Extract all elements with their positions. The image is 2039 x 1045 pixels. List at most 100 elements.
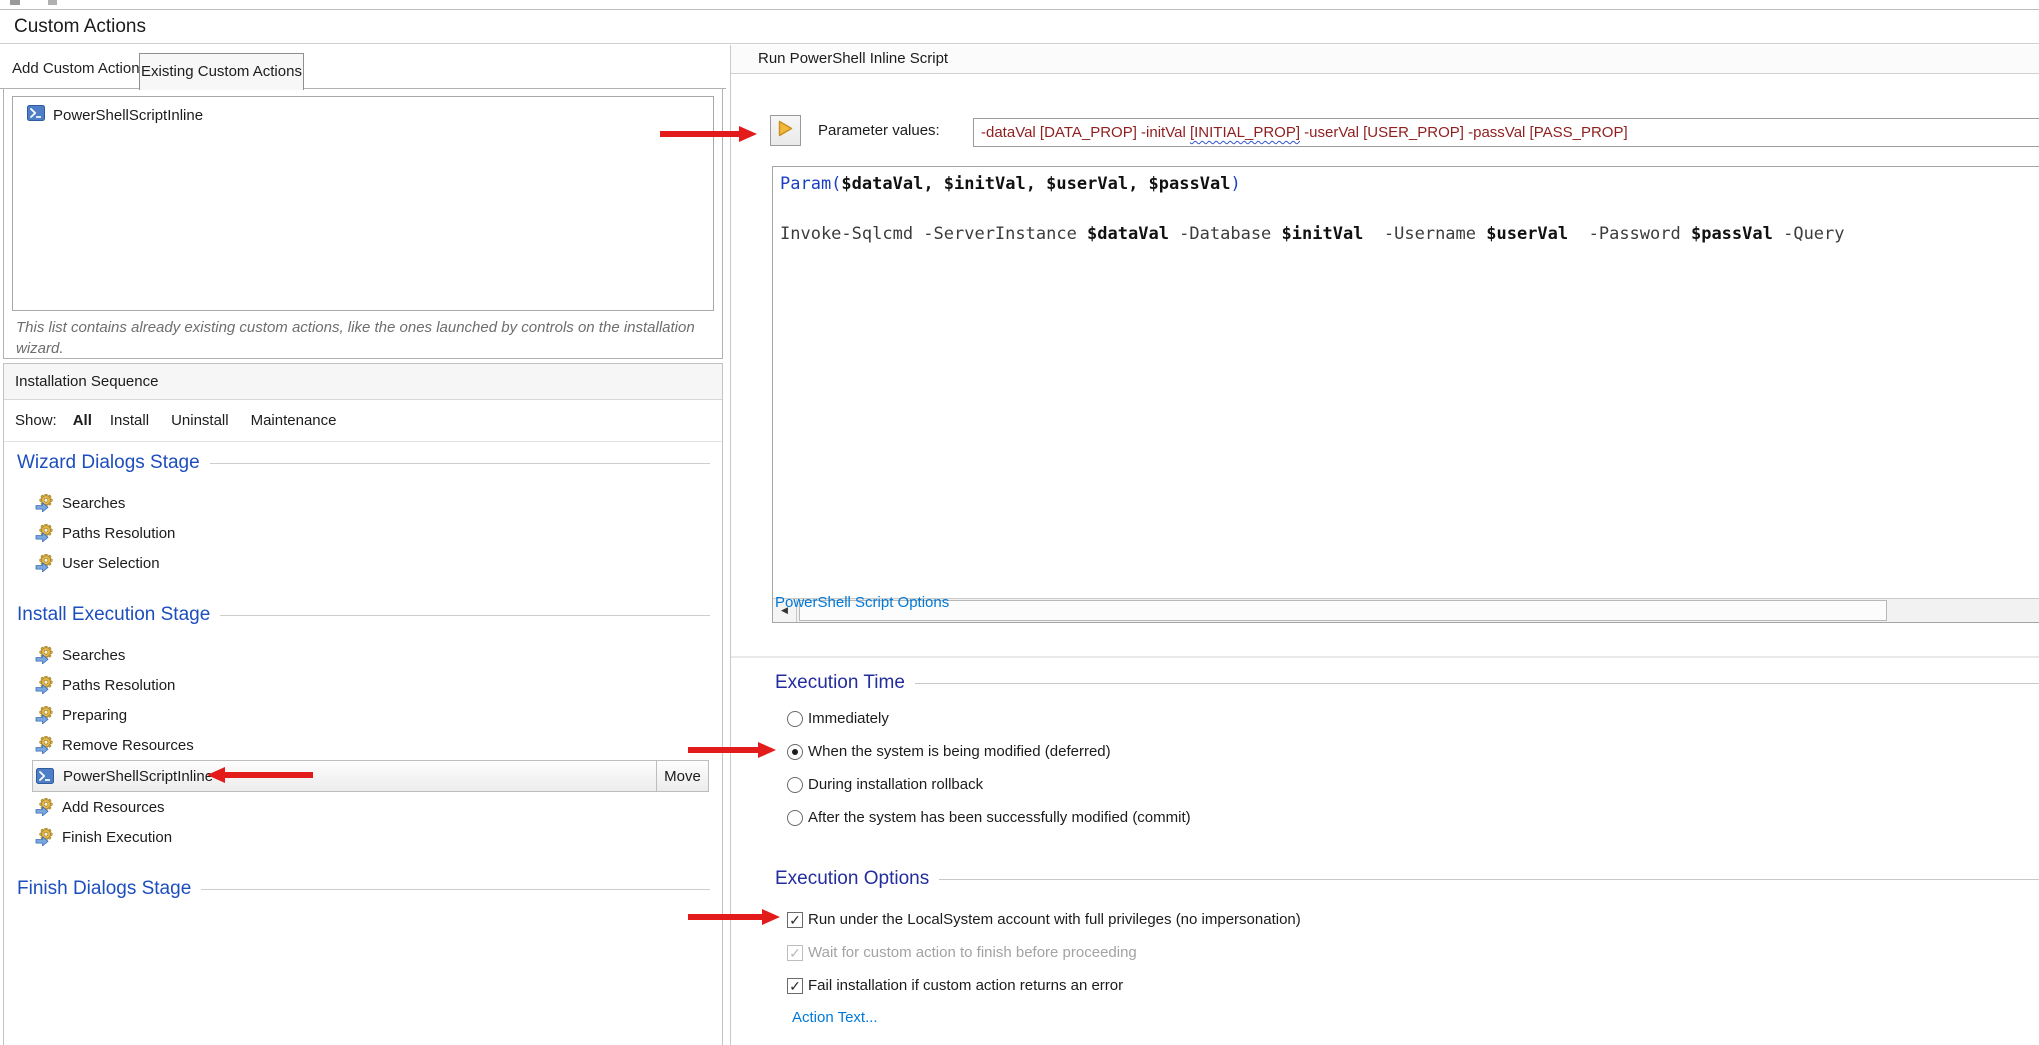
radio-button[interactable] xyxy=(787,810,803,826)
tab-add-custom-action[interactable]: Add Custom Action xyxy=(12,50,140,88)
code-token: , xyxy=(923,174,943,194)
stage-title: Wizard Dialogs Stage xyxy=(17,452,200,474)
code-token: ) xyxy=(1230,174,1240,194)
custom-action-properties-panel: Run PowerShell Inline Script Parameter v… xyxy=(731,45,2039,1045)
parameter-text: -userVal [USER_PROP] -passVal [PASS_PROP… xyxy=(1300,124,1628,141)
stage-heading: Finish Dialogs Stage xyxy=(4,874,722,904)
code-token: Param( xyxy=(780,174,841,194)
sequence-item[interactable]: Paths Resolution xyxy=(4,518,722,548)
sequence-item-label: Add Resources xyxy=(62,799,165,816)
play-icon xyxy=(778,120,793,142)
sequence-filter-row: Show: All Install Uninstall Maintenance xyxy=(4,400,722,442)
execution-time-option[interactable]: During installation rollback xyxy=(731,768,2039,801)
stage-title: Install Execution Stage xyxy=(17,604,210,626)
stage-title: Finish Dialogs Stage xyxy=(17,878,191,900)
filter-maintenance[interactable]: Maintenance xyxy=(251,412,337,429)
execution-options-title: Execution Options xyxy=(775,868,929,890)
execution-time-title: Execution Time xyxy=(775,672,905,694)
script-code-line: Param($dataVal, $initVal, $userVal, $pas… xyxy=(780,172,2039,197)
execution-time-option[interactable]: When the system is being modified (defer… xyxy=(731,735,2039,768)
execution-option[interactable]: ✓ Run under the LocalSystem account with … xyxy=(731,903,2039,936)
custom-action-icon xyxy=(35,736,54,754)
radio-label[interactable]: During installation rollback xyxy=(808,776,983,793)
execution-time-options: Immediately When the system is being modi… xyxy=(731,702,2039,834)
list-item-label: PowerShellScriptInline xyxy=(53,107,203,124)
page-title: Custom Actions xyxy=(14,10,146,43)
tab-strip: Add Custom Action Existing Custom Action… xyxy=(0,50,726,89)
execution-option[interactable]: ✓ Fail installation if custom action retu… xyxy=(731,969,2039,1002)
code-token: -Database xyxy=(1169,224,1282,244)
execution-time-option[interactable]: After the system has been successfully m… xyxy=(731,801,2039,834)
code-token: Invoke-Sqlcmd -ServerInstance xyxy=(780,224,1087,244)
sequence-item[interactable]: User Selection xyxy=(4,548,722,578)
sequence-item-label: Searches xyxy=(62,495,125,512)
installation-sequence-tree: Wizard Dialogs Stage Searches Paths Resolu… xyxy=(4,442,722,904)
move-button[interactable]: Move xyxy=(656,761,708,791)
sequence-item[interactable]: Paths Resolution xyxy=(4,670,722,700)
sequence-item[interactable]: PowerShellScriptInlineMove xyxy=(32,760,709,792)
radio-label[interactable]: After the system has been successfully m… xyxy=(808,809,1191,826)
powershell-script-options-link[interactable]: PowerShell Script Options xyxy=(775,594,949,611)
radio-button[interactable] xyxy=(787,777,803,793)
scrollbar-thumb[interactable] xyxy=(799,600,1887,621)
code-token: $initVal xyxy=(1282,224,1364,244)
code-token: , xyxy=(1026,174,1046,194)
existing-actions-list[interactable]: PowerShellScriptInline xyxy=(12,96,714,311)
show-label: Show: xyxy=(15,412,57,429)
sequence-item[interactable]: Preparing xyxy=(4,700,722,730)
installation-sequence-header: Installation Sequence xyxy=(4,364,722,400)
action-text-link[interactable]: Action Text... xyxy=(792,1009,878,1026)
checkbox[interactable]: ✓ xyxy=(787,912,803,928)
execution-options-heading: Execution Options xyxy=(775,866,2039,892)
execution-time-option[interactable]: Immediately xyxy=(731,702,2039,735)
sequence-item-label: User Selection xyxy=(62,555,160,572)
checkbox-label: Wait for custom action to finish before … xyxy=(808,944,1137,961)
stage-heading: Wizard Dialogs Stage xyxy=(4,448,722,478)
custom-action-icon xyxy=(35,554,54,572)
editor-horizontal-scrollbar[interactable]: ◀ xyxy=(773,598,2039,622)
custom-action-icon xyxy=(35,494,54,512)
parameter-text: -dataVal [DATA_PROP] -initVal xyxy=(981,124,1190,141)
sequence-item-label: Searches xyxy=(62,647,125,664)
stage-items: Searches Paths ResolutionPreparing Remove … xyxy=(4,640,722,852)
sequence-item[interactable]: Finish Execution xyxy=(4,822,722,852)
custom-action-icon xyxy=(35,676,54,694)
heading-rule xyxy=(210,463,710,464)
filter-install[interactable]: Install xyxy=(110,412,149,429)
list-item[interactable]: PowerShellScriptInline xyxy=(13,97,713,126)
sequence-item-label: Finish Execution xyxy=(62,829,172,846)
radio-button[interactable] xyxy=(787,744,803,760)
heading-rule xyxy=(939,879,2039,880)
heading-rule xyxy=(220,615,710,616)
installation-sequence-group: Installation Sequence Show: All Install Un… xyxy=(3,363,723,1045)
sequence-item[interactable]: Searches xyxy=(4,640,722,670)
checkbox-label[interactable]: Run under the LocalSystem account with f… xyxy=(808,911,1301,928)
sequence-item-label: Remove Resources xyxy=(62,737,194,754)
existing-actions-tab-page: PowerShellScriptInline This list contain… xyxy=(3,88,723,359)
code-token: $dataVal xyxy=(1087,224,1169,244)
heading-rule xyxy=(915,683,2039,684)
custom-action-icon xyxy=(35,828,54,846)
sequence-item[interactable]: Searches xyxy=(4,488,722,518)
test-run-button[interactable] xyxy=(770,115,801,146)
radio-button[interactable] xyxy=(787,711,803,727)
sequence-filters: All Install Uninstall Maintenance xyxy=(73,412,359,429)
window-edge-artifact xyxy=(48,0,57,5)
tab-existing-custom-actions[interactable]: Existing Custom Actions xyxy=(139,53,304,90)
powershell-script-editor[interactable]: Param($dataVal, $initVal, $userVal, $pas… xyxy=(772,166,2039,623)
sequence-item[interactable]: Remove Resources xyxy=(4,730,722,760)
code-token: $userVal xyxy=(1046,174,1128,194)
sequence-item[interactable]: Add Resources xyxy=(4,792,722,822)
parameter-values-input[interactable]: -dataVal [DATA_PROP] -initVal [INITIAL_P… xyxy=(973,118,2039,147)
annotation-arrow-deferred-option xyxy=(688,742,776,758)
execution-option[interactable]: ✓Wait for custom action to finish before… xyxy=(731,936,2039,969)
filter-uninstall[interactable]: Uninstall xyxy=(171,412,229,429)
filter-all[interactable]: All xyxy=(73,412,92,429)
checkbox-label[interactable]: Fail installation if custom action retur… xyxy=(808,977,1123,994)
checkbox[interactable]: ✓ xyxy=(787,978,803,994)
radio-label[interactable]: Immediately xyxy=(808,710,889,727)
script-code-line xyxy=(780,197,2039,222)
stage-items: Searches Paths Resolution User Selection xyxy=(4,488,722,578)
radio-label[interactable]: When the system is being modified (defer… xyxy=(808,743,1111,760)
existing-actions-note: This list contains already existing cust… xyxy=(16,317,696,359)
